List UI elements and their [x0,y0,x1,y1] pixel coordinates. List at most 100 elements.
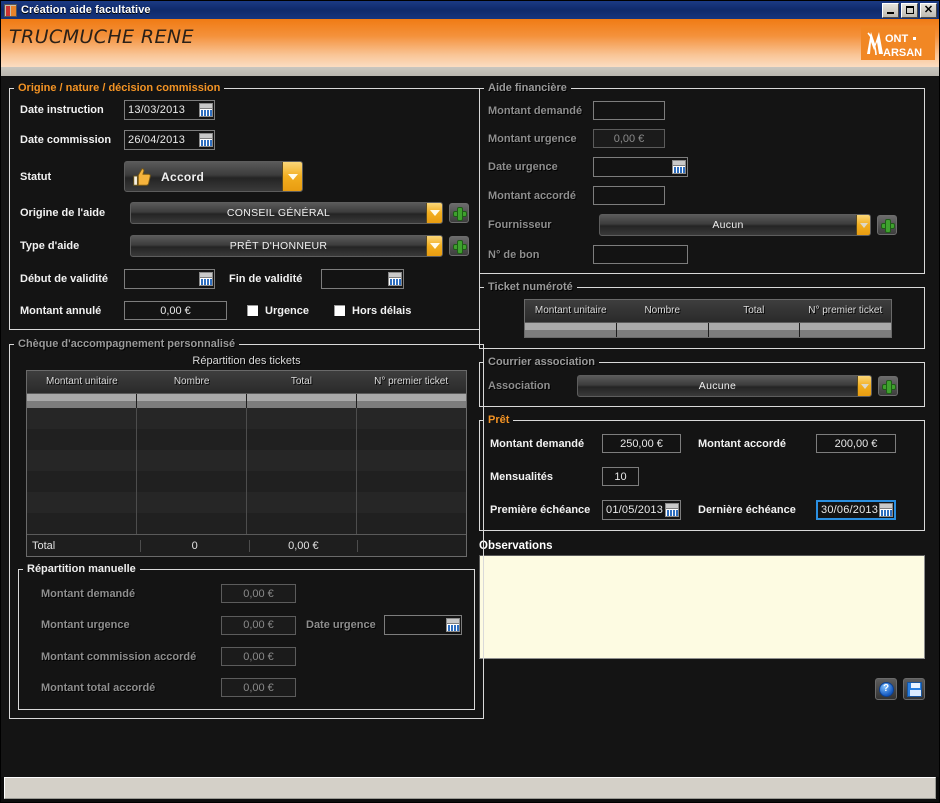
association-dropdown[interactable]: Aucune [577,375,872,397]
af-date-urgence-field[interactable] [593,157,688,177]
statut-value: Accord [161,170,204,184]
save-icon [907,682,922,697]
repartition-tickets-table[interactable]: Montant unitaire Nombre Total N° premier… [26,370,467,557]
date-instruction-field[interactable]: 13/03/2013 [124,100,215,120]
af-montant-demande-input[interactable] [593,101,665,120]
table-row[interactable] [27,408,466,429]
window-title: Création aide facultative [21,4,882,16]
fin-validite-field[interactable] [321,269,404,289]
derniere-echeance-field[interactable]: 30/06/2013 [816,500,896,520]
repartition-manuelle-section: Répartition manuelle Montant demandé Mon… [18,563,475,710]
save-button[interactable] [903,678,925,700]
add-type-aide-button[interactable] [449,236,469,256]
af-montant-accorde-label: Montant accordé [488,190,593,202]
add-origine-aide-button[interactable] [449,203,469,223]
calendar-icon[interactable] [665,503,679,517]
debut-validite-field[interactable] [124,269,215,289]
close-button[interactable]: ✕ [920,3,937,18]
client-name: TRUCMUCHE RENE [9,24,194,48]
chevron-down-icon[interactable] [426,236,442,256]
table-row[interactable] [27,471,466,492]
help-button[interactable]: ? [875,678,897,700]
rep-montant-commission-input[interactable] [221,647,296,666]
maximize-button[interactable] [901,3,918,18]
date-instruction-label: Date instruction [20,104,124,116]
table-row[interactable] [27,513,466,534]
rep-montant-total-label: Montant total accordé [41,682,221,694]
date-commission-field[interactable]: 26/04/2013 [124,130,215,150]
chevron-down-icon[interactable] [426,203,442,223]
calendar-icon[interactable] [879,503,893,517]
calendar-icon[interactable] [388,272,402,286]
observations-textarea[interactable] [479,555,925,659]
table-row[interactable] [27,429,466,450]
hors-delais-label: Hors délais [352,305,411,317]
column-montant-unitaire: Montant unitaire [525,300,617,322]
type-aide-label: Type d'aide [20,240,124,252]
thumbs-up-icon [131,166,153,188]
chevron-down-icon[interactable] [282,162,302,191]
total-montant: 0,00 € [250,540,359,552]
association-value: Aucune [578,376,857,396]
calendar-icon[interactable] [199,133,213,147]
pret-mensualites-input[interactable] [602,467,639,486]
af-montant-urgence-input[interactable] [593,129,665,148]
table-row-selected[interactable] [27,394,466,408]
origine-aide-label: Origine de l'aide [20,207,124,219]
total-nombre: 0 [141,540,250,552]
pret-montant-demande-input[interactable] [602,434,681,453]
af-montant-accorde-input[interactable] [593,186,665,205]
ticket-numerote-section: Ticket numéroté Montant unitaire Nombre … [479,281,925,349]
ticket-numerote-table[interactable]: Montant unitaire Nombre Total N° premier… [524,299,892,338]
type-aide-dropdown[interactable]: PRÊT D'HONNEUR [130,235,443,257]
column-numero-premier-ticket: N° premier ticket [356,371,466,393]
pret-legend: Prêt [484,414,513,426]
add-association-button[interactable] [878,376,898,396]
rep-montant-commission-label: Montant commission accordé [41,651,221,663]
application-window: Création aide facultative ✕ TRUCMUCHE RE… [0,0,940,803]
action-buttons: ? [479,678,925,700]
calendar-icon[interactable] [199,272,213,286]
client-header: TRUCMUCHE RENE ONT ARSAN [1,19,939,67]
title-bar: Création aide facultative ✕ [1,1,939,19]
chevron-down-icon[interactable] [856,215,870,235]
urgence-checkbox[interactable]: Urgence [246,304,309,317]
checkbox-icon[interactable] [246,304,259,317]
af-montant-urgence-label: Montant urgence [488,133,593,145]
calendar-icon[interactable] [446,618,460,632]
table-header-row: Montant unitaire Nombre Total N° premier… [27,371,466,394]
column-numero-premier-ticket: N° premier ticket [800,300,892,322]
calendar-icon[interactable] [199,103,213,117]
rep-date-urgence-field[interactable] [384,615,462,635]
table-row[interactable] [27,492,466,513]
rep-montant-total-input[interactable] [221,678,296,697]
repartition-manuelle-legend: Répartition manuelle [23,563,140,575]
debut-validite-label: Début de validité [20,273,124,285]
cheque-legend: Chèque d'accompagnement personnalisé [14,338,239,350]
aide-financiere-section: Aide financière Montant demandé Montant … [479,82,925,274]
main-content: Origine / nature / décision commission D… [1,76,939,777]
date-instruction-value: 13/03/2013 [128,104,185,116]
table-row-selected[interactable] [525,323,891,337]
af-numero-bon-input[interactable] [593,245,688,264]
statut-dropdown[interactable]: Accord [124,161,303,192]
repartition-tickets-title: Répartition des tickets [18,355,475,367]
date-commission-label: Date commission [20,134,124,146]
rep-montant-urgence-input[interactable] [221,616,296,635]
add-fournisseur-button[interactable] [877,215,897,235]
minimize-button[interactable] [882,3,899,18]
montant-annule-input[interactable] [124,301,227,320]
courrier-association-section: Courrier association Association Aucune [479,356,925,407]
checkbox-icon[interactable] [333,304,346,317]
fournisseur-dropdown[interactable]: Aucun [599,214,871,236]
table-row[interactable] [27,450,466,471]
hors-delais-checkbox[interactable]: Hors délais [333,304,411,317]
premiere-echeance-field[interactable]: 01/05/2013 [602,500,681,520]
pret-montant-accorde-input[interactable] [816,434,896,453]
chevron-down-icon[interactable] [857,376,871,396]
pret-montant-accorde-label: Montant accordé [698,438,816,450]
header-divider [1,67,939,76]
calendar-icon[interactable] [672,160,686,174]
rep-montant-demande-input[interactable] [221,584,296,603]
origine-aide-dropdown[interactable]: CONSEIL GÉNÉRAL [130,202,443,224]
